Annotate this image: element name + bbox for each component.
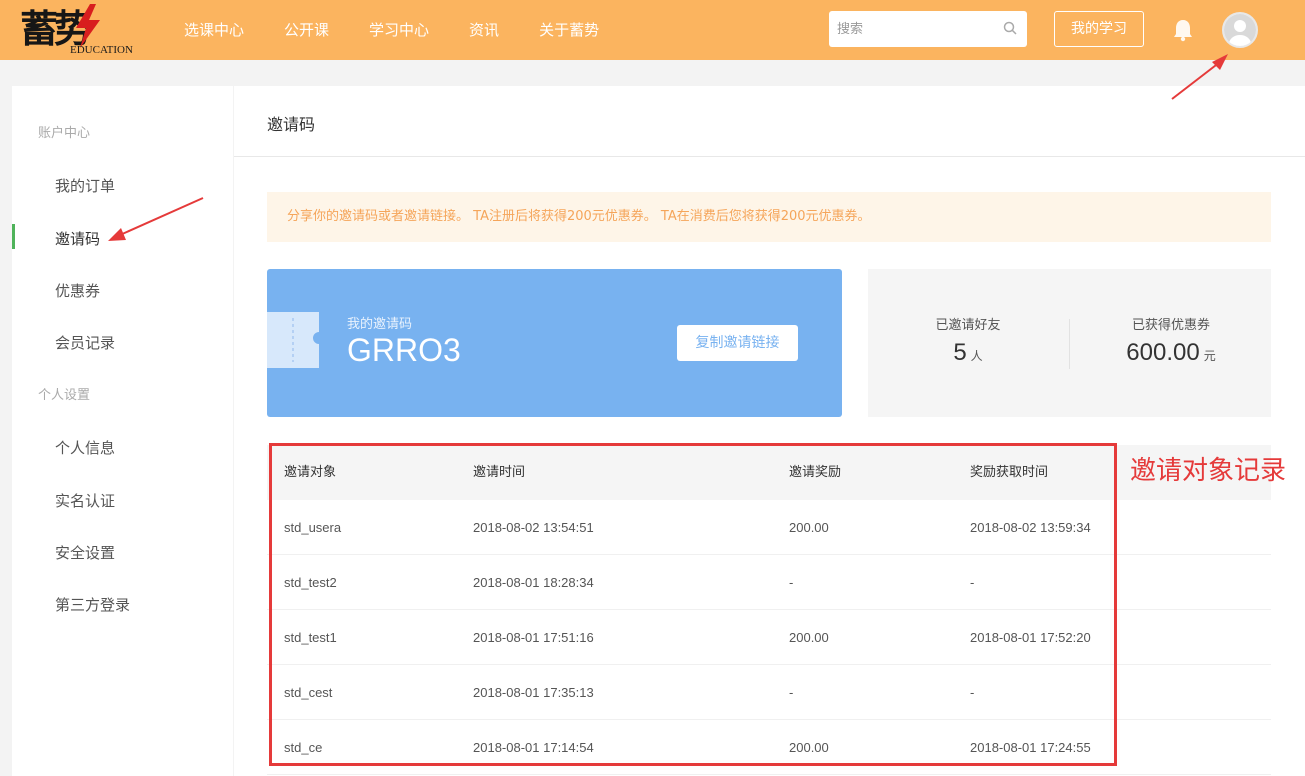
title-divider [234,156,1305,157]
cell-reward: 200.00 [789,740,829,755]
active-indicator [12,224,15,249]
invite-code-card: 我的邀请码 GRRO3 复制邀请链接 [267,269,842,417]
cell-reward-time: - [970,575,975,590]
sidebar-item-membership-records[interactable]: 会员记录 [55,332,115,353]
header-reward-time: 奖励获取时间 [970,465,1049,480]
invite-code-value: GRRO3 [347,332,461,368]
top-header: 蓄势 EDUCATION 选课中心 公开课 学习中心 资讯 关于蓄势 我的学习 [0,0,1305,60]
header-invite-time: 邀请时间 [473,465,526,480]
nav-item-course-center[interactable]: 选课中心 [184,0,244,60]
stat-invited-unit: 人 [970,349,983,363]
user-avatar[interactable] [1222,12,1258,48]
cell-invite-time: 2018-08-01 17:35:13 [473,685,594,700]
cell-reward: - [789,685,794,700]
stat-coupon-label: 已获得优惠券 [1131,318,1210,333]
table-row: std_usera 2018-08-02 13:54:51 200.00 201… [267,500,1271,555]
nav-item-about[interactable]: 关于蓄势 [539,0,599,60]
sidebar-item-invite-code[interactable]: 邀请码 [55,228,100,249]
stat-divider [1069,319,1070,369]
sidebar-item-identity-verification[interactable]: 实名认证 [55,490,115,511]
main-panel: 邀请码 分享你的邀请码或者邀请链接。 TA注册后将获得200元优惠券。 TA在消… [234,86,1305,776]
logo-subtitle: EDUCATION [70,44,133,56]
cell-invitee: std_usera [284,520,342,535]
search-box [829,11,1027,47]
invite-records-table: 邀请对象 邀请时间 邀请奖励 奖励获取时间 std_usera 2018-08-… [267,445,1271,775]
sidebar-section-account: 账户中心 [38,126,91,141]
cell-invitee: std_cest [284,685,333,700]
lightning-bolt-icon [76,4,100,48]
header-invitee: 邀请对象 [284,465,337,480]
cell-reward-time: 2018-08-02 13:59:34 [970,520,1091,535]
sidebar-item-profile[interactable]: 个人信息 [55,437,115,458]
stat-invited-friends: 已邀请好友 5人 [868,269,1068,367]
stat-invited-label: 已邀请好友 [935,318,1001,333]
table-header: 邀请对象 邀请时间 邀请奖励 奖励获取时间 [267,445,1271,500]
cell-reward: 200.00 [789,520,829,535]
stat-coupon-value: 600.00 [1126,339,1200,366]
annotation-table-label: 邀请对象记录 [1130,456,1287,486]
invite-notice: 分享你的邀请码或者邀请链接。 TA注册后将获得200元优惠券。 TA在消费后您将… [267,192,1271,242]
cell-invitee: std_test1 [284,630,337,645]
cell-invitee: std_test2 [284,575,337,590]
cell-invite-time: 2018-08-01 18:28:34 [473,575,594,590]
sidebar-item-third-party-login[interactable]: 第三方登录 [55,594,130,615]
table-row: std_ce 2018-08-01 17:14:54 200.00 2018-0… [267,720,1271,775]
stat-coupons-earned: 已获得优惠券 600.00 元 [1071,269,1271,367]
sidebar-item-security-settings[interactable]: 安全设置 [55,542,115,563]
stat-coupon-unit: 元 [1203,349,1216,363]
cell-invite-time: 2018-08-01 17:51:16 [473,630,594,645]
user-silhouette-icon [1224,14,1256,46]
cell-invitee: std_ce [284,740,323,755]
cell-reward: - [789,575,794,590]
header-reward: 邀请奖励 [789,465,842,480]
page-title: 邀请码 [267,115,316,134]
ticket-icon [267,312,319,368]
nav-item-news[interactable]: 资讯 [469,0,499,60]
cell-reward-time: 2018-08-01 17:24:55 [970,740,1091,755]
table-row: std_test2 2018-08-01 18:28:34 - - [267,555,1271,610]
main-nav: 选课中心 公开课 学习中心 资讯 关于蓄势 [184,0,639,60]
copy-invite-link-button[interactable]: 复制邀请链接 [677,325,798,361]
stat-invited-value: 5 [953,339,967,366]
cell-invite-time: 2018-08-01 17:14:54 [473,740,594,755]
sidebar-item-coupons[interactable]: 优惠券 [55,280,100,301]
sidebar: 账户中心 我的订单 邀请码 优惠券 会员记录 个人设置 个人信息 实名认证 安全… [12,86,233,776]
search-input[interactable] [829,11,997,47]
invite-code-label: 我的邀请码 [347,317,413,332]
table-row: std_cest 2018-08-01 17:35:13 - - [267,665,1271,720]
invite-stats-card: 已邀请好友 5人 已获得优惠券 600.00 元 [868,269,1271,417]
cell-reward: 200.00 [789,630,829,645]
table-row: std_test1 2018-08-01 17:51:16 200.00 201… [267,610,1271,665]
bell-icon[interactable] [1172,18,1194,42]
cell-reward-time: - [970,685,975,700]
sidebar-section-personal: 个人设置 [38,388,91,403]
cell-invite-time: 2018-08-02 13:54:51 [473,520,594,535]
nav-item-learning-center[interactable]: 学习中心 [369,0,429,60]
my-study-button[interactable]: 我的学习 [1054,11,1144,47]
search-icon[interactable] [1003,21,1017,35]
nav-item-open-class[interactable]: 公开课 [284,0,329,60]
brand-logo[interactable]: 蓄势 EDUCATION [20,4,145,58]
cell-reward-time: 2018-08-01 17:52:20 [970,630,1091,645]
sidebar-item-orders[interactable]: 我的订单 [55,175,115,196]
